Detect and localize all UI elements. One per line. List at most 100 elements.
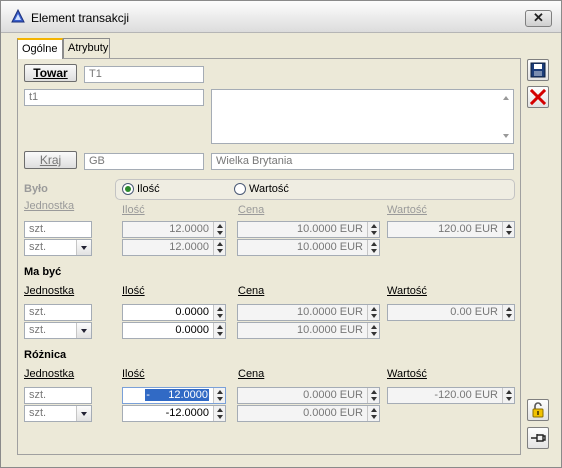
bylo-price1-field[interactable]: 10.0000 EUR bbox=[237, 221, 380, 238]
roznica-col-wartosc: Wartość bbox=[387, 368, 427, 380]
bylo-price1-value: 10.0000 EUR bbox=[296, 223, 363, 235]
roznica-price1-spinner[interactable] bbox=[367, 388, 379, 403]
lock-icon bbox=[532, 402, 544, 418]
ma-byc-price1-field[interactable]: 10.0000 EUR bbox=[237, 304, 380, 321]
bylo-price2-spinner[interactable] bbox=[367, 240, 379, 255]
bylo-price2-field[interactable]: 10.0000 EUR bbox=[237, 239, 380, 256]
roznica-price1-field[interactable]: 0.0000 EUR bbox=[237, 387, 380, 404]
tab-ogolne[interactable]: Ogólne bbox=[17, 38, 63, 59]
roznica-price2-value: 0.0000 EUR bbox=[303, 407, 363, 419]
bylo-qty1-field[interactable]: 12.0000 bbox=[122, 221, 226, 238]
ma-byc-unit2-value: szt. bbox=[29, 324, 47, 336]
roznica-qty2-spinner[interactable] bbox=[213, 406, 225, 421]
ma-byc-qty2-spinner[interactable] bbox=[213, 323, 225, 338]
roznica-unit1-field[interactable]: szt. bbox=[24, 387, 92, 404]
roznica-unit-label: Jednostka bbox=[24, 368, 75, 380]
tab-ogolne-label: Ogólne bbox=[22, 43, 58, 55]
app-icon bbox=[11, 9, 25, 23]
close-button[interactable]: ✕ bbox=[525, 10, 552, 27]
tab-atrybuty[interactable]: Atrybuty bbox=[63, 38, 110, 58]
lock-button[interactable] bbox=[527, 399, 549, 421]
bylo-qty2-spinner[interactable] bbox=[213, 240, 225, 255]
ma-byc-qty1-value: 0.0000 bbox=[175, 306, 209, 318]
roznica-value1-field[interactable]: -120.00 EUR bbox=[387, 387, 515, 404]
memo-scrollbar[interactable] bbox=[499, 90, 513, 143]
ma-byc-qty1-field[interactable]: 0.0000 bbox=[122, 304, 226, 321]
bylo-qty1-value: 12.0000 bbox=[169, 223, 209, 235]
towar-name-field[interactable]: t1 bbox=[24, 89, 204, 106]
ma-byc-col-cena: Cena bbox=[238, 285, 265, 297]
description-memo[interactable] bbox=[211, 89, 514, 144]
cancel-button[interactable] bbox=[527, 86, 549, 108]
roznica-price2-spinner[interactable] bbox=[367, 406, 379, 421]
bylo-unit1-field[interactable]: szt. bbox=[24, 221, 92, 238]
cancel-icon bbox=[529, 88, 547, 106]
ma-byc-value1-spinner[interactable] bbox=[502, 305, 514, 320]
bylo-price1-spinner[interactable] bbox=[367, 222, 379, 237]
roznica-unit2-combo[interactable]: szt. bbox=[24, 405, 92, 422]
save-button[interactable] bbox=[527, 59, 549, 81]
roznica-qty1-field[interactable]: - 12.0000 bbox=[122, 387, 226, 404]
bylo-qty2-field[interactable]: 12.0000 bbox=[122, 239, 226, 256]
roznica-qty1-spinner[interactable] bbox=[213, 388, 225, 403]
radio-ilosc-label: Ilość bbox=[137, 183, 160, 195]
ma-byc-price2-spinner[interactable] bbox=[367, 323, 379, 338]
chevron-down-icon[interactable] bbox=[76, 406, 91, 421]
roznica-heading: Różnica bbox=[24, 349, 67, 361]
ma-byc-value1-field[interactable]: 0.00 EUR bbox=[387, 304, 515, 321]
radio-wartosc[interactable] bbox=[234, 183, 246, 195]
roznica-value1-spinner[interactable] bbox=[502, 388, 514, 403]
roznica-qty2-field[interactable]: -12.0000 bbox=[122, 405, 226, 422]
bylo-value1-field[interactable]: 120.00 EUR bbox=[387, 221, 515, 238]
bylo-qty1-spinner[interactable] bbox=[213, 222, 225, 237]
radio-ilosc[interactable] bbox=[122, 183, 134, 195]
ma-byc-col-wartosc: Wartość bbox=[387, 285, 427, 297]
pin-icon bbox=[531, 434, 546, 442]
ma-byc-unit1-field[interactable]: szt. bbox=[24, 304, 92, 321]
ma-byc-heading: Ma być bbox=[24, 266, 62, 278]
bylo-unit-label: Jednostka bbox=[24, 200, 75, 212]
chevron-down-icon[interactable] bbox=[76, 240, 91, 255]
roznica-qty1-sign: - bbox=[146, 389, 150, 401]
kraj-code-field[interactable]: GB bbox=[84, 153, 204, 170]
roznica-qty1-value: 12.0000 bbox=[168, 389, 208, 401]
roznica-col-ilosc: Ilość bbox=[122, 368, 145, 380]
roznica-value1-value: -120.00 EUR bbox=[434, 389, 498, 401]
roznica-price2-field[interactable]: 0.0000 EUR bbox=[237, 405, 380, 422]
towar-button[interactable]: Towar bbox=[24, 64, 77, 82]
bylo-price2-value: 10.0000 EUR bbox=[296, 241, 363, 253]
ma-byc-price2-field[interactable]: 10.0000 EUR bbox=[237, 322, 380, 339]
ma-byc-value1-value: 0.00 EUR bbox=[450, 306, 498, 318]
bylo-col-ilosc: Ilość bbox=[122, 204, 145, 216]
bylo-unit2-combo[interactable]: szt. bbox=[24, 239, 92, 256]
bylo-col-wartosc: Wartość bbox=[387, 204, 427, 216]
chevron-down-icon[interactable] bbox=[76, 323, 91, 338]
kraj-button-label: Kraj bbox=[39, 153, 62, 167]
value-mode-group bbox=[115, 179, 515, 200]
save-icon bbox=[530, 62, 546, 78]
roznica-col-cena: Cena bbox=[238, 368, 265, 380]
kraj-name-field[interactable]: Wielka Brytania bbox=[211, 153, 514, 170]
pin-button[interactable] bbox=[527, 427, 549, 449]
ma-byc-price1-spinner[interactable] bbox=[367, 305, 379, 320]
bylo-qty2-value: 12.0000 bbox=[169, 241, 209, 253]
ma-byc-qty1-spinner[interactable] bbox=[213, 305, 225, 320]
towar-button-label: Towar bbox=[33, 66, 68, 80]
bylo-unit2-value: szt. bbox=[29, 241, 47, 253]
dialog-window: Element transakcji ✕ Ogólne Atrybuty Tow… bbox=[0, 0, 562, 468]
roznica-price1-value: 0.0000 EUR bbox=[303, 389, 363, 401]
kraj-button[interactable]: Kraj bbox=[24, 151, 77, 169]
ma-byc-qty2-value: 0.0000 bbox=[175, 324, 209, 336]
radio-wartosc-label: Wartość bbox=[249, 183, 289, 195]
tab-atrybuty-label: Atrybuty bbox=[68, 42, 109, 54]
towar-code-field[interactable]: T1 bbox=[84, 66, 204, 83]
ma-byc-price1-value: 10.0000 EUR bbox=[296, 306, 363, 318]
bylo-value1-value: 120.00 EUR bbox=[438, 223, 498, 235]
ma-byc-price2-value: 10.0000 EUR bbox=[296, 324, 363, 336]
bylo-value1-spinner[interactable] bbox=[502, 222, 514, 237]
ma-byc-qty2-field[interactable]: 0.0000 bbox=[122, 322, 226, 339]
window-title: Element transakcji bbox=[31, 11, 130, 25]
ma-byc-col-ilosc: Ilość bbox=[122, 285, 145, 297]
title-bar: Element transakcji ✕ bbox=[1, 1, 561, 33]
ma-byc-unit2-combo[interactable]: szt. bbox=[24, 322, 92, 339]
